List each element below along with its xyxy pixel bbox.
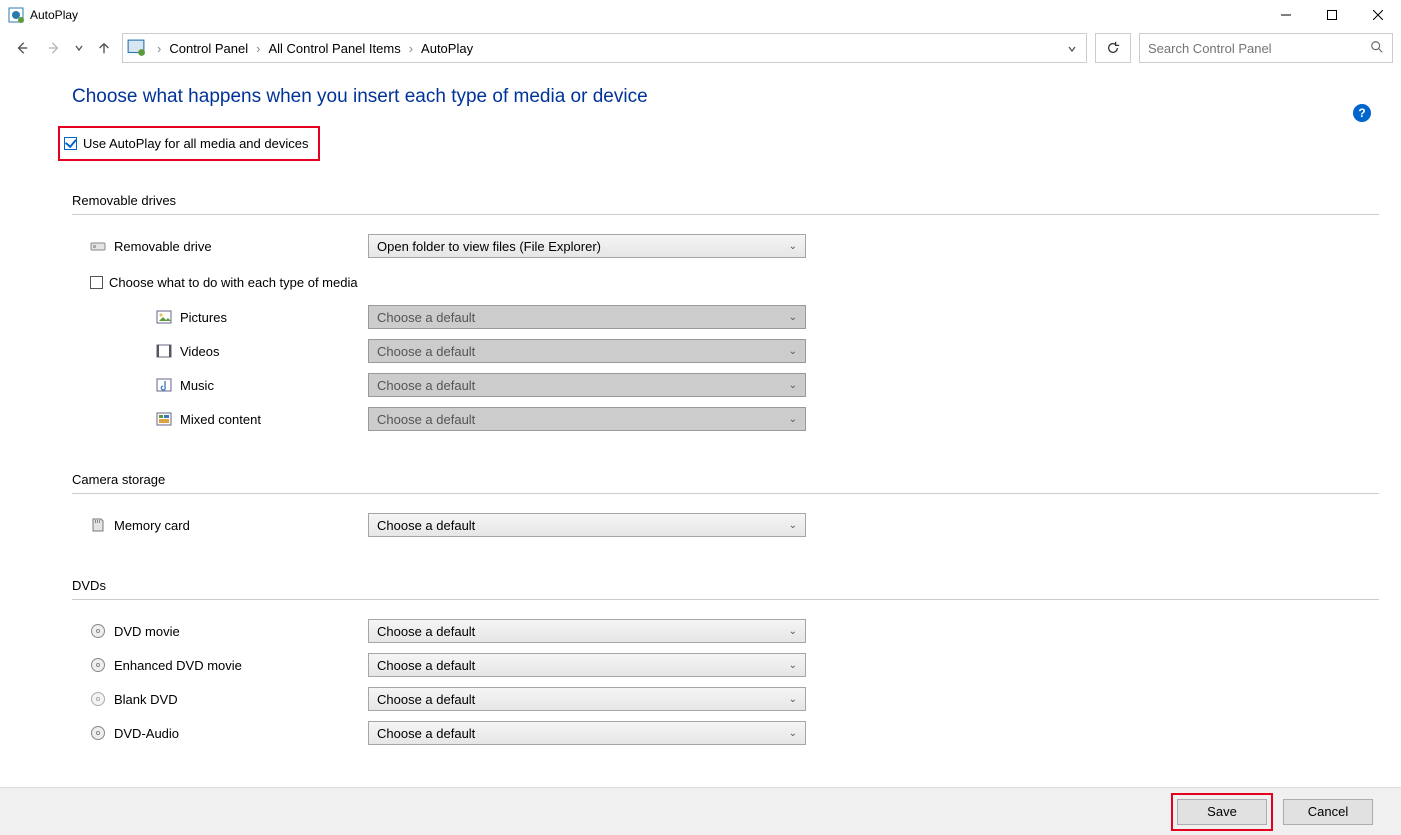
dropdown-value: Choose a default [377,692,475,707]
checkbox-icon [90,276,103,289]
music-dropdown[interactable]: Choose a default ⌄ [368,373,806,397]
dropdown-value: Choose a default [377,344,475,359]
page-heading: Choose what happens when you insert each… [72,86,1379,108]
dvd-icon [90,623,106,639]
chevron-down-icon: ⌄ [789,380,797,391]
dropdown-value: Choose a default [377,412,475,427]
section-header-camera: Camera storage [72,472,1379,487]
breadcrumb-item[interactable]: AutoPlay [421,41,473,56]
help-button[interactable]: ? [1353,104,1371,122]
mixed-content-icon [156,411,172,427]
device-label: DVD-Audio [114,726,179,741]
content-area: ? Choose what happens when you insert ea… [0,66,1401,787]
pictures-dropdown[interactable]: Choose a default ⌄ [368,305,806,329]
pictures-icon [156,309,172,325]
chevron-right-icon: › [151,41,167,56]
close-button[interactable] [1355,0,1401,30]
blank-dvd-dropdown[interactable]: Choose a default ⌄ [368,687,806,711]
minimize-button[interactable] [1263,0,1309,30]
videos-dropdown[interactable]: Choose a default ⌄ [368,339,806,363]
media-label: Pictures [180,310,227,325]
refresh-button[interactable] [1095,33,1131,63]
dropdown-value: Open folder to view files (File Explorer… [377,239,601,254]
titlebar: AutoPlay [0,0,1401,30]
dropdown-value: Choose a default [377,378,475,393]
removable-drive-icon [90,238,106,254]
chevron-down-icon: ⌄ [789,241,797,252]
section-header-removable: Removable drives [72,193,1379,208]
media-label: Mixed content [180,412,261,427]
maximize-button[interactable] [1309,0,1355,30]
window-title: AutoPlay [30,8,78,22]
memory-card-dropdown[interactable]: Choose a default ⌄ [368,513,806,537]
navigation-toolbar: › Control Panel › All Control Panel Item… [0,30,1401,66]
highlight-annotation: Use AutoPlay for all media and devices [58,126,320,161]
device-label: Blank DVD [114,692,178,707]
divider [72,493,1379,494]
device-label: Removable drive [114,239,212,254]
back-button[interactable] [8,34,36,62]
enhanced-dvd-dropdown[interactable]: Choose a default ⌄ [368,653,806,677]
recent-locations-dropdown[interactable] [72,44,86,52]
search-icon [1370,40,1384,57]
use-autoplay-label: Use AutoPlay for all media and devices [83,136,308,151]
memory-card-icon [90,517,106,533]
dropdown-value: Choose a default [377,624,475,639]
chevron-down-icon: ⌄ [789,520,797,531]
breadcrumb[interactable]: › Control Panel › All Control Panel Item… [122,33,1087,63]
dropdown-value: Choose a default [377,518,475,533]
device-label: Memory card [114,518,190,533]
chevron-down-icon: ⌄ [789,346,797,357]
dropdown-value: Choose a default [377,726,475,741]
chevron-down-icon: ⌄ [789,694,797,705]
highlight-annotation: Save [1171,793,1273,831]
mixed-content-dropdown[interactable]: Choose a default ⌄ [368,407,806,431]
media-label: Videos [180,344,220,359]
chevron-down-icon: ⌄ [789,626,797,637]
divider [72,214,1379,215]
control-panel-icon [127,39,145,57]
forward-button[interactable] [40,34,68,62]
search-box[interactable] [1139,33,1393,63]
dropdown-value: Choose a default [377,310,475,325]
use-autoplay-checkbox[interactable]: Use AutoPlay for all media and devices [64,136,308,151]
save-button[interactable]: Save [1177,799,1267,825]
cancel-button[interactable]: Cancel [1283,799,1373,825]
footer: Save Cancel [0,787,1401,835]
checkbox-icon [64,137,77,150]
chevron-down-icon: ⌄ [789,660,797,671]
autoplay-app-icon [8,7,24,23]
search-input[interactable] [1148,41,1370,56]
media-label: Music [180,378,214,393]
dvd-movie-dropdown[interactable]: Choose a default ⌄ [368,619,806,643]
dvd-icon [90,725,106,741]
music-icon [156,377,172,393]
choose-each-media-checkbox[interactable]: Choose what to do with each type of medi… [72,275,1379,290]
dropdown-value: Choose a default [377,658,475,673]
chevron-right-icon: › [403,41,419,56]
chevron-right-icon: › [250,41,266,56]
chevron-down-icon: ⌄ [789,312,797,323]
divider [72,599,1379,600]
up-button[interactable] [90,34,118,62]
choose-each-label: Choose what to do with each type of medi… [109,275,358,290]
breadcrumb-item[interactable]: Control Panel [169,41,248,56]
chevron-down-icon: ⌄ [789,728,797,739]
dvd-audio-dropdown[interactable]: Choose a default ⌄ [368,721,806,745]
videos-icon [156,343,172,359]
section-header-dvds: DVDs [72,578,1379,593]
device-label: DVD movie [114,624,180,639]
device-label: Enhanced DVD movie [114,658,242,673]
dvd-icon [90,657,106,673]
removable-drive-dropdown[interactable]: Open folder to view files (File Explorer… [368,234,806,258]
breadcrumb-item[interactable]: All Control Panel Items [268,41,400,56]
chevron-down-icon: ⌄ [789,414,797,425]
breadcrumb-dropdown[interactable] [1062,41,1082,56]
dvd-icon [90,691,106,707]
